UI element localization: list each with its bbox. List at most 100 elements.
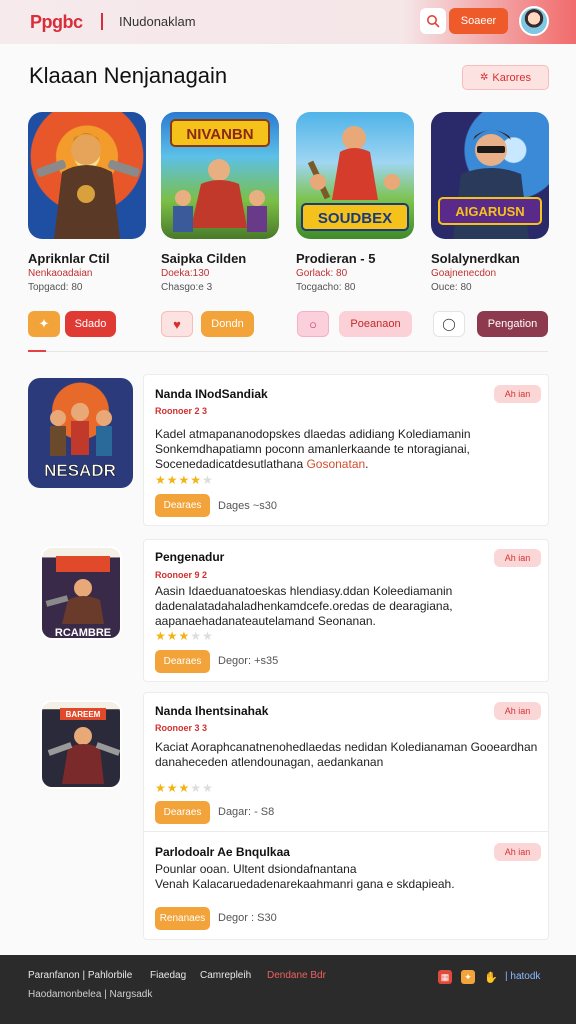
grid-icon[interactable]: ▦ (438, 970, 452, 984)
card-action-button[interactable]: Dondn (201, 311, 254, 337)
star-icon: ★ (202, 629, 214, 643)
avatar[interactable] (519, 6, 549, 36)
cover-artwork: RCAMBRE (45, 556, 111, 639)
cover-title: RCAMBRE (55, 627, 111, 639)
search-icon (427, 15, 440, 28)
section-divider (28, 351, 548, 352)
list-item-title[interactable]: Parlodoalr Ae Bnqulkaa (155, 845, 290, 859)
star-icon: ★ (166, 781, 179, 795)
hero-artwork: SOUDBEX (301, 126, 409, 231)
list-item-description: Kadel atmapananodopskes dlaedas adidiang… (155, 427, 540, 472)
footer-link[interactable]: Fiaedag (150, 970, 186, 981)
list-cover[interactable]: BAREEM (40, 700, 122, 789)
header-primary-button[interactable]: Soaeer (449, 8, 508, 34)
desc-text: Socenedadicatdesutlathana (155, 457, 307, 471)
list-item-description: Aasin Idaeduanatoeskas hlendiasy.ddan Ko… (155, 584, 540, 629)
desc-highlight[interactable]: Gosonatan (306, 457, 365, 471)
nav-title[interactable]: INudonaklam (119, 14, 196, 29)
cover-title: NESADR (44, 461, 116, 480)
desc-text: Pounlar ooan. Ultent dsiondafnantana (155, 862, 357, 876)
list-cover[interactable]: NESADR (28, 378, 133, 488)
list-item-title[interactable]: Nanda INodSandiak (155, 387, 268, 401)
status-badge: Ah ian (494, 843, 541, 861)
list-item-button[interactable]: Dearaes (155, 494, 210, 517)
cover-artwork: NESADR (44, 403, 116, 480)
footer-link[interactable]: Camrepleih (200, 970, 251, 981)
list-item-meta: Degor : S30 (218, 912, 277, 924)
hero-artwork (36, 133, 140, 239)
star-icon: ★ (190, 473, 203, 487)
game-subtitle: Doeka:130 (161, 268, 210, 279)
list-item-button[interactable]: Dearaes (155, 801, 210, 824)
o-icon[interactable]: ◯ (433, 311, 465, 337)
card-action-button[interactable]: Pengation (477, 311, 548, 337)
star-icon: ★ (178, 629, 191, 643)
game-cover: NIVANBN (161, 112, 279, 239)
status-badge: Ah ian (494, 702, 541, 720)
hand-icon[interactable]: ✋ (484, 970, 498, 984)
rating-stars: ★★★★★ (155, 473, 214, 487)
game-card[interactable]: Apriknlar Ctil Nenkaoadaian Topgacd: 80 (28, 112, 146, 293)
footer-link[interactable]: Dendane Bdr (267, 970, 326, 981)
card-action-button[interactable]: Poeanaon (339, 311, 412, 337)
footer-link[interactable]: Paranfanon | Pahlorbile (28, 970, 132, 981)
list-item-meta: Dagar: - S8 (218, 806, 275, 818)
cover-title: AIGARUSN (455, 204, 524, 219)
footer-right-link[interactable]: | hatodk (505, 971, 540, 982)
status-badge: Ah ian (494, 385, 541, 403)
game-subtitle: Goajnenecdon (431, 268, 497, 279)
puzzle-icon[interactable]: ✦ (461, 970, 475, 984)
game-cover: SOUDBEX (296, 112, 414, 239)
list-item-meta: Degor: +s35 (218, 655, 279, 667)
list-item-description: Kaciat Aoraphcanatnenohedlaedas nedidan … (155, 740, 540, 770)
game-card[interactable]: AIGARUSN Solalynerdkan Goajnenecdon Ouce… (431, 112, 549, 293)
desc-text: Kadel atmapananodopskes dlaedas adidiang… (155, 427, 471, 456)
game-meta: Tocgacho: 80 (296, 282, 356, 293)
list-item-title[interactable]: Pengenadur (155, 550, 224, 564)
hero-artwork: NIVANBN (170, 119, 270, 232)
star-icon: ★ (166, 629, 179, 643)
puzzle-icon[interactable]: ✦ (28, 311, 60, 337)
game-card[interactable]: NIVANBN Saipka Cilden Doeka:130 Chasgo:e… (161, 112, 279, 293)
game-subtitle: Gorlack: 80 (296, 268, 348, 279)
desc-text: aedankanan (317, 755, 384, 769)
search-button[interactable] (420, 8, 446, 34)
list-item-button[interactable]: Dearaes (155, 650, 210, 673)
list-item-title[interactable]: Nanda Ihentsinahak (155, 704, 268, 718)
game-name: Apriknlar Ctil (28, 251, 110, 266)
game-meta: Chasgo:e 3 (161, 282, 213, 293)
heart-icon[interactable]: ♥ (161, 311, 193, 337)
desc-text: dadenalatadahaladhenkamdcefe.oredas de d… (155, 599, 453, 613)
star-icon: ★ (178, 781, 191, 795)
more-button[interactable]: ✲ Karores (462, 65, 549, 90)
game-cover (28, 112, 146, 239)
logo-divider (101, 13, 103, 30)
game-card[interactable]: SOUDBEX Prodieran - 5 Gorlack: 80 Tocgac… (296, 112, 414, 293)
cover-artwork: BAREEM (47, 708, 120, 784)
cover-title: BAREEM (66, 710, 101, 719)
star-icon: ★ (155, 781, 167, 795)
card-action-button[interactable]: Sdado (65, 311, 116, 337)
chat-icon[interactable]: ○ (297, 311, 329, 337)
hero-artwork: AIGARUSN (438, 130, 542, 239)
page-title: Klaaan Nenjanagain (29, 63, 228, 88)
list-item-button[interactable]: Renanaes (155, 907, 210, 930)
footer-link[interactable]: Haodamonbelea | Nargsadk (28, 989, 152, 1000)
cover-title: NIVANBN (186, 126, 253, 143)
game-meta: Topgacd: 80 (28, 282, 83, 293)
star-icon: ★ (190, 629, 203, 643)
star-icon: ★ (155, 473, 167, 487)
desc-text: . (365, 457, 369, 471)
game-name: Prodieran - 5 (296, 251, 376, 266)
desc-text: Aasin Idaeduanatoeskas hlendiasy.ddan Ko… (155, 584, 453, 598)
game-subtitle: Nenkaoadaian (28, 268, 93, 279)
item-separator (143, 831, 549, 832)
star-icon: ★ (155, 629, 167, 643)
list-cover[interactable]: RCAMBRE (40, 546, 122, 640)
game-cover: AIGARUSN (431, 112, 549, 239)
app-logo[interactable]: Ppgbc (30, 12, 83, 33)
divider-accent (28, 350, 46, 352)
star-icon: ★ (178, 473, 191, 487)
rating-stars: ★★★★★ (155, 629, 214, 643)
star-icon: ★ (166, 473, 179, 487)
